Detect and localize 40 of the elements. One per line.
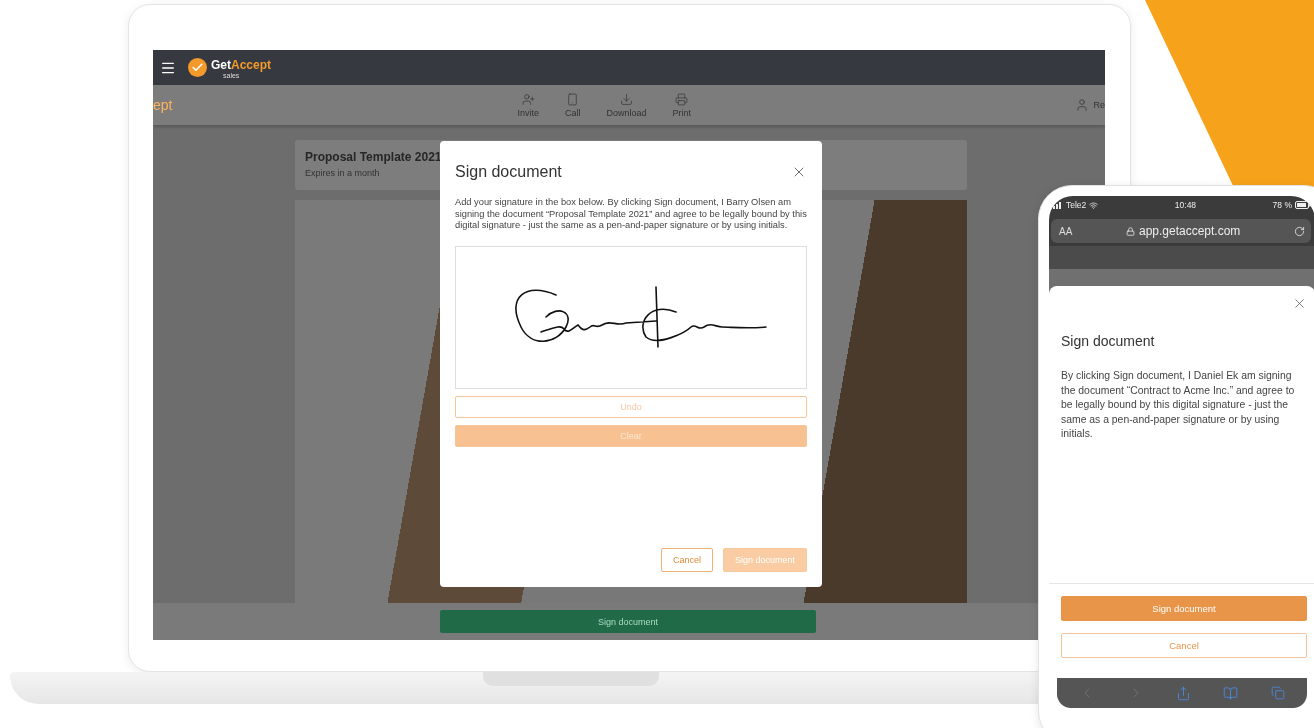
logo-text: Accept <box>231 58 272 72</box>
carrier-label: Tele2 <box>1066 200 1087 210</box>
text-size-button[interactable]: AA <box>1059 225 1073 237</box>
printer-icon <box>675 92 689 106</box>
address-bar[interactable]: AA app.getaccept.com <box>1051 219 1311 243</box>
logo-text: Get <box>211 58 231 72</box>
document-expiry: Expires in a month <box>305 168 380 178</box>
book-icon[interactable] <box>1223 685 1239 701</box>
wifi-icon <box>1089 200 1099 210</box>
battery-percentage: 78 % <box>1272 200 1292 210</box>
signal-icon <box>1053 201 1063 209</box>
download-icon <box>620 92 633 106</box>
sheet-text: By clicking Sign document, I Daniel Ek am signing the document “Contract to Acme Inc.” and agree to be legally bound by this digital signature - just the same as a pen-and-paper signature or by using initials. <box>1061 369 1296 441</box>
clock-time: 10:48 <box>1174 200 1197 210</box>
close-icon[interactable] <box>1292 296 1307 311</box>
reload-icon[interactable] <box>1294 225 1305 237</box>
toolbar-action-button[interactable]: Print <box>672 92 692 118</box>
signature-pad[interactable] <box>455 245 807 389</box>
invite-person-icon <box>521 92 535 106</box>
lock-icon <box>1125 226 1135 236</box>
document-title-fragment: ept <box>153 97 173 113</box>
sign-document-button[interactable]: Sign document <box>440 610 816 633</box>
toolbar-action-button[interactable]: Call <box>565 92 581 118</box>
document-title: Proposal Template 2021 <box>305 150 442 164</box>
cancel-button[interactable]: Cancel <box>660 548 713 572</box>
check-logo-icon <box>188 58 207 77</box>
user-button[interactable]: Re <box>1075 98 1105 112</box>
battery-icon <box>1295 201 1311 209</box>
toolbar-action-button[interactable]: Download <box>606 92 647 118</box>
sheet-title: Sign document <box>1061 333 1156 349</box>
phone-icon <box>566 92 580 106</box>
cancel-button[interactable]: Cancel <box>1061 633 1307 658</box>
tabs-icon[interactable] <box>1270 686 1285 700</box>
sign-document-button[interactable]: Sign document <box>1061 596 1307 621</box>
dialog-text: Add your signature in the box below. By clicking Sign document, I Barry Olsen am signing the document “Proposal Template 2021” and agree to be legally bound by this digital signature - just the same as a pen-and-paper signature or by using initials. <box>455 197 807 232</box>
user-icon <box>1075 98 1090 112</box>
url-text: app.getaccept.com <box>1138 224 1241 238</box>
share-icon[interactable] <box>1175 685 1191 701</box>
dialog-title: Sign document <box>455 163 562 181</box>
toolbar-action-button[interactable]: Invite <box>517 92 539 118</box>
